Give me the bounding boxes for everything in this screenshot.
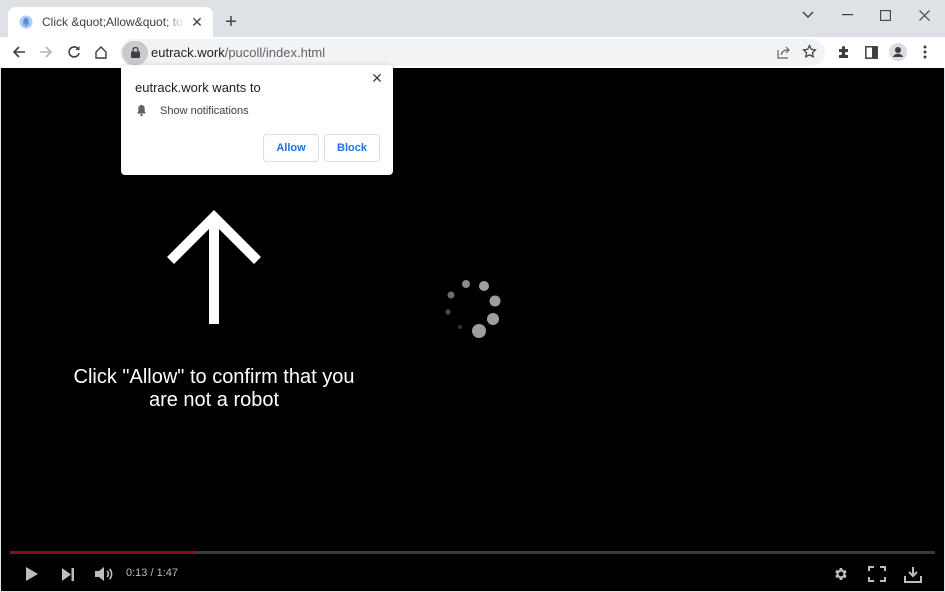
- spinner-dot: [487, 313, 499, 325]
- up-arrow-icon: [167, 210, 261, 324]
- kebab-menu-icon: [923, 45, 927, 59]
- next-icon: [62, 567, 74, 581]
- instruction-message: Click "Allow" to confirm that you are no…: [41, 366, 387, 412]
- loading-spinner-icon: [445, 280, 501, 338]
- tab-strip: Click &quot;Allow&quot; to confirm that …: [0, 0, 945, 37]
- fullscreen-icon: [868, 566, 886, 582]
- close-icon: ✕: [371, 69, 383, 86]
- new-tab-button[interactable]: +: [220, 11, 242, 33]
- next-button[interactable]: [58, 563, 78, 585]
- play-button[interactable]: [22, 563, 42, 585]
- back-button[interactable]: [6, 39, 32, 65]
- url-path: /pucoll/index.html: [224, 45, 326, 60]
- spinner-dot: [472, 324, 486, 338]
- notification-permission-prompt: eutrack.work wants to ✕ Show notificatio…: [121, 65, 393, 175]
- profile-icon: [889, 43, 907, 61]
- spinner-dot: [479, 281, 489, 291]
- minimize-button[interactable]: [828, 0, 866, 30]
- chevron-down-icon: [802, 11, 814, 18]
- permission-label: Show notifications: [160, 104, 249, 117]
- play-icon: [26, 567, 38, 581]
- tab-title: Click &quot;Allow&quot; to confirm that …: [42, 15, 185, 29]
- settings-icon: [835, 568, 847, 580]
- plus-icon: +: [225, 10, 237, 33]
- forward-button[interactable]: [33, 39, 59, 65]
- bookmark-button[interactable]: [802, 44, 817, 64]
- prompt-title: eutrack.work wants to: [135, 80, 261, 95]
- spinner-dot: [458, 325, 462, 329]
- spinner-dot: [462, 280, 470, 288]
- browser-toolbar: eutrack.work/pucoll/index.html: [0, 37, 945, 68]
- video-progress-bar[interactable]: [10, 551, 935, 554]
- home-button[interactable]: [88, 39, 114, 65]
- spinner-dot: [447, 291, 455, 299]
- arrow-right-icon: [40, 46, 53, 58]
- arrow-left-icon: [12, 46, 25, 58]
- reload-icon: [68, 46, 80, 58]
- prompt-close-button[interactable]: ✕: [369, 70, 385, 86]
- url-domain: eutrack.work: [151, 45, 225, 60]
- menu-button[interactable]: [912, 39, 938, 65]
- site-info-button[interactable]: [122, 40, 148, 65]
- share-icon: [777, 46, 790, 59]
- sidepanel-icon: [864, 45, 878, 59]
- allow-button[interactable]: Allow: [263, 134, 319, 162]
- permission-row: Show notifications: [135, 104, 249, 117]
- lock-icon: [130, 47, 140, 58]
- browser-tab[interactable]: Click &quot;Allow&quot; to confirm that …: [8, 7, 213, 37]
- close-icon: [918, 9, 930, 21]
- maximize-button[interactable]: [866, 0, 904, 30]
- side-panel-button[interactable]: [858, 39, 884, 65]
- instruction-line-2: are not a robot: [148, 389, 280, 411]
- star-icon: [802, 44, 817, 58]
- minimize-icon: [841, 14, 853, 16]
- volume-icon: [95, 567, 113, 581]
- fullscreen-button[interactable]: [866, 563, 888, 585]
- extensions-button[interactable]: [831, 39, 857, 65]
- download-button[interactable]: [902, 563, 924, 585]
- video-progress-fill: [10, 551, 195, 554]
- instruction-line-1: Click "Allow" to confirm that you: [73, 366, 355, 388]
- puzzle-icon: [839, 46, 848, 58]
- spinner-dot: [489, 295, 501, 307]
- block-button[interactable]: Block: [324, 134, 380, 162]
- home-icon: [95, 46, 107, 59]
- share-button[interactable]: [777, 45, 791, 64]
- maximize-icon: [879, 9, 891, 21]
- video-time: 0:13 / 1:47: [126, 567, 178, 579]
- url-text[interactable]: eutrack.work/pucoll/index.html: [151, 45, 325, 60]
- volume-button[interactable]: [93, 563, 115, 585]
- reload-button[interactable]: [61, 39, 87, 65]
- tab-close-icon[interactable]: ✕: [189, 14, 205, 30]
- settings-button[interactable]: [831, 563, 851, 585]
- download-icon: [904, 566, 922, 583]
- tab-search-button[interactable]: [789, 0, 827, 30]
- bell-icon: [137, 105, 146, 117]
- address-bar[interactable]: eutrack.work/pucoll/index.html: [120, 39, 825, 66]
- bell-favicon-icon: [18, 14, 34, 30]
- close-window-button[interactable]: [905, 0, 943, 30]
- profile-button[interactable]: [885, 39, 911, 65]
- spinner-dot: [445, 309, 451, 315]
